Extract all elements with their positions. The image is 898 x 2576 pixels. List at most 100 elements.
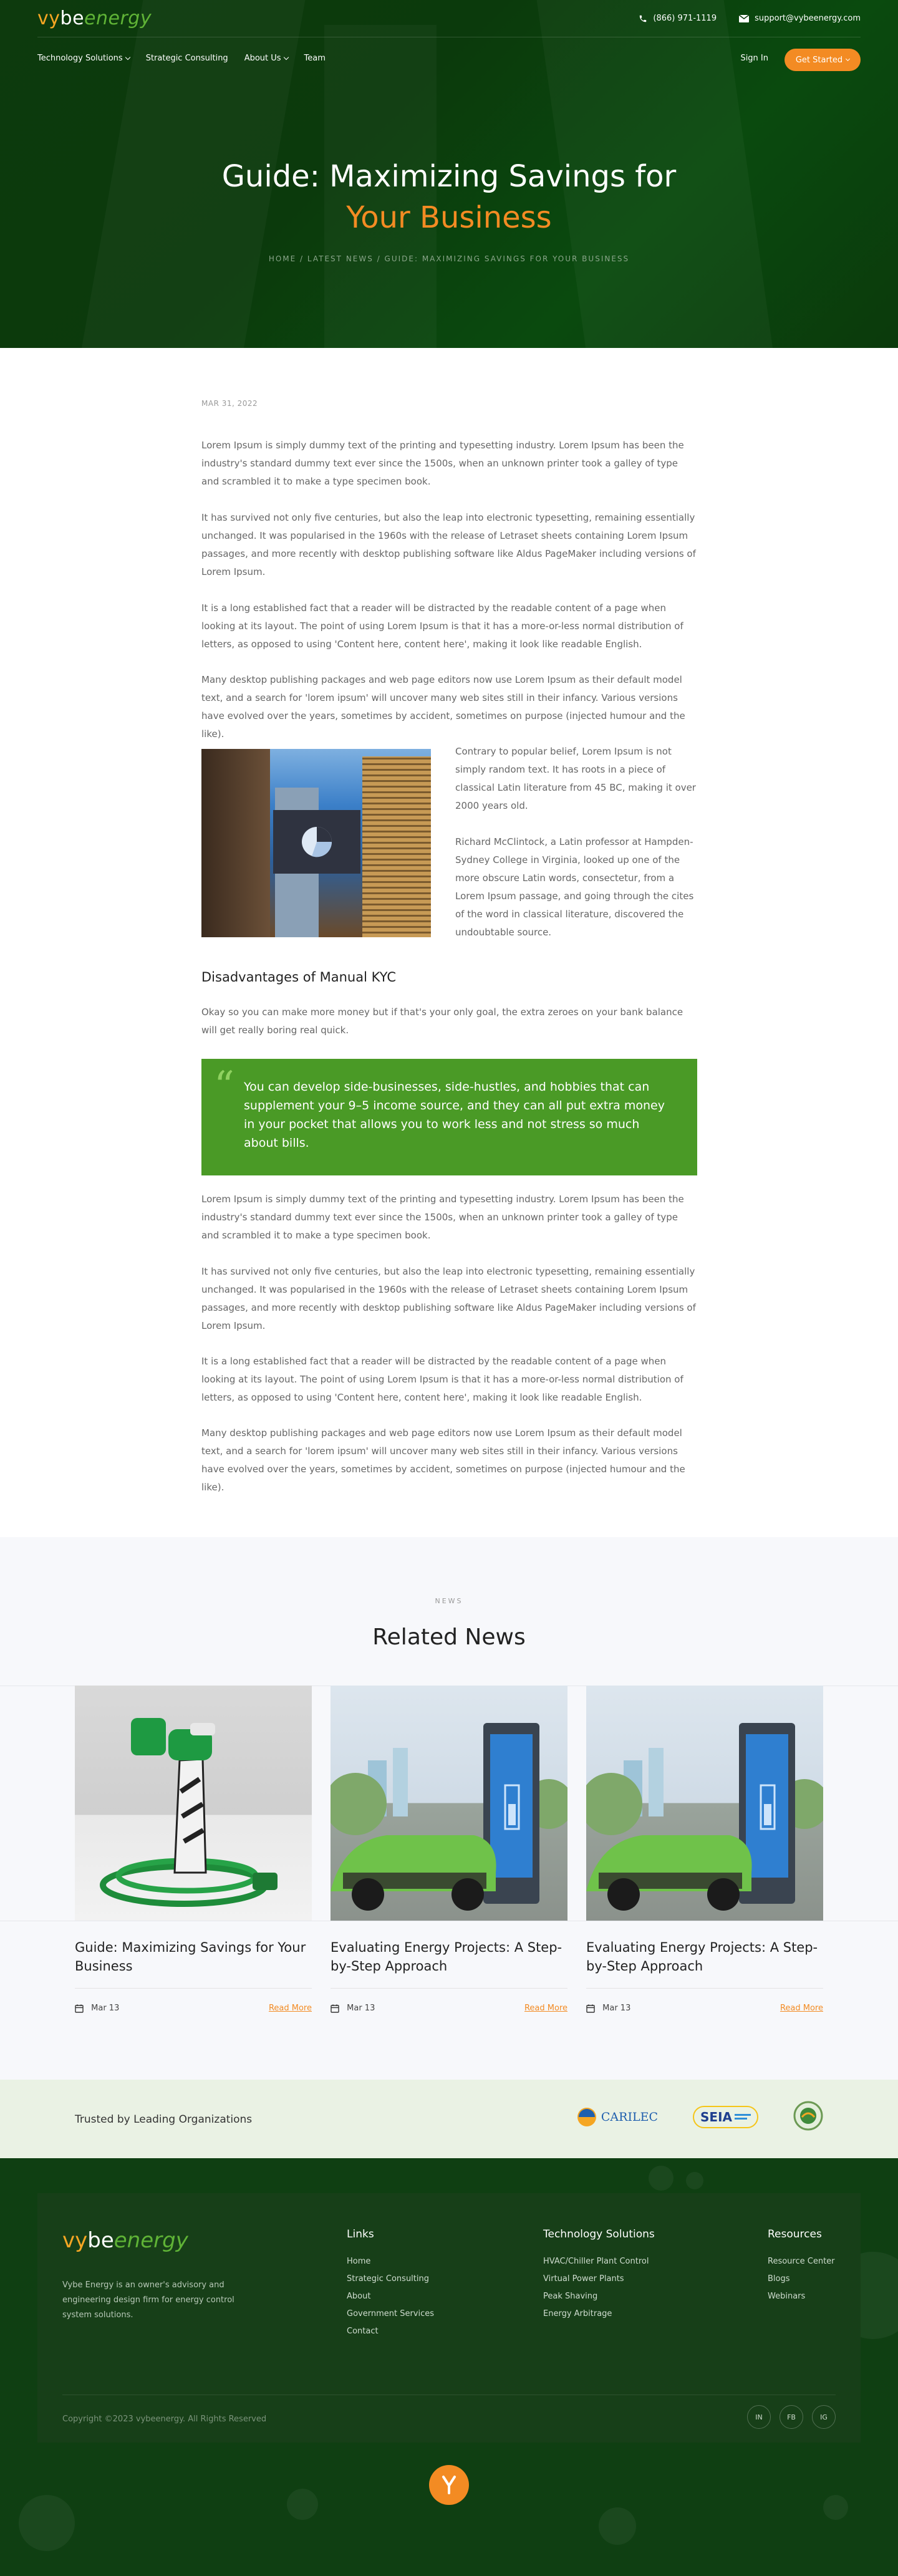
bg-circle <box>287 2489 318 2520</box>
bg-circle <box>686 2172 703 2189</box>
partner-logos: CARILEC SEIA <box>576 2101 823 2133</box>
card-date: Mar 13 <box>602 2004 631 2013</box>
carilec-logo: CARILEC <box>576 2106 658 2128</box>
paragraph: It has survived not only five centuries,… <box>201 1266 696 1331</box>
paragraph: Okay so you can make more money but if t… <box>201 1006 683 1036</box>
footer-link[interactable]: Strategic Consulting <box>347 2274 434 2284</box>
news-card[interactable]: Evaluating Energy Projects: A Step-by-St… <box>331 1686 567 2013</box>
article-image <box>201 749 431 937</box>
nav-label: About Us <box>244 54 281 63</box>
email-address: support@vybeenergy.com <box>755 14 861 23</box>
seia-logo: SEIA <box>693 2106 758 2128</box>
footer-link[interactable]: About <box>347 2292 434 2301</box>
seal-icon <box>793 2101 823 2131</box>
copyright: Copyright ©2023 vybeenergy. All Rights R… <box>62 2414 267 2424</box>
section-title: Related News <box>372 1624 526 1650</box>
chevron-down-icon <box>125 54 130 60</box>
chevron-down-icon <box>846 56 851 61</box>
trusted-by-section: Trusted by Leading Organizations CARILEC… <box>0 2080 898 2158</box>
pie-chart-icon <box>302 827 332 857</box>
read-more-link[interactable]: Read More <box>780 2004 823 2013</box>
paragraph: Many desktop publishing packages and web… <box>201 1427 685 1493</box>
seia-wordmark: SEIA <box>700 2110 732 2125</box>
footer-link[interactable]: HVAC/Chiller Plant Control <box>543 2257 655 2266</box>
footer-link[interactable]: Home <box>347 2257 434 2266</box>
main-nav: Technology Solutions Strategic Consultin… <box>37 49 861 71</box>
nav-label: Technology Solutions <box>37 54 123 63</box>
nav-label: Strategic Consulting <box>145 54 228 63</box>
footer-link[interactable]: Government Services <box>347 2309 434 2318</box>
nav-team[interactable]: Team <box>304 54 326 63</box>
article-date: MAR 31, 2022 <box>201 399 258 408</box>
logo-part: y <box>49 7 60 29</box>
ev-charger-plug-image <box>100 1718 278 1907</box>
ev-charging-station-image <box>586 1723 823 1911</box>
news-card[interactable]: Guide: Maximizing Savings for Your Busin… <box>75 1686 312 2013</box>
carilec-wordmark: CARILEC <box>601 2110 658 2124</box>
calendar-icon <box>331 2004 339 2013</box>
get-started-button[interactable]: Get Started <box>785 49 861 71</box>
linkedin-icon[interactable]: IN <box>747 2405 771 2429</box>
read-more-link[interactable]: Read More <box>269 2004 312 2013</box>
footer-description: Vybe Energy is an owner's advisory and e… <box>62 2280 234 2320</box>
quote-icon: “ <box>214 1063 234 1109</box>
column-heading: Links <box>347 2228 374 2241</box>
building-shape <box>201 749 270 937</box>
logo-part: energy <box>113 2228 188 2253</box>
card-image <box>75 1686 312 1921</box>
quote-text: You can develop side-businesses, side-hu… <box>244 1080 665 1150</box>
read-more-link[interactable]: Read More <box>524 2004 567 2013</box>
bg-circle <box>823 2495 848 2520</box>
trusted-label: Trusted by Leading Organizations <box>75 2113 253 2126</box>
footer-link[interactable]: Resource Center <box>768 2257 835 2266</box>
paragraph: It is a long established fact that a rea… <box>201 1356 683 1403</box>
footer-link[interactable]: Energy Arbitrage <box>543 2309 655 2318</box>
divider <box>75 1988 312 1989</box>
footer-link[interactable]: Webinars <box>768 2292 835 2301</box>
facebook-icon[interactable]: FB <box>780 2405 803 2429</box>
sign-in-link[interactable]: Sign In <box>740 54 768 63</box>
building-shape <box>362 756 431 937</box>
breadcrumb: HOME / LATEST NEWS / GUIDE: MAXIMIZING S… <box>268 254 630 263</box>
logo-part: v <box>37 7 49 29</box>
footer-link[interactable]: Virtual Power Plants <box>543 2274 655 2284</box>
side-paragraph: Richard McClintock, a Latin professor at… <box>455 836 694 938</box>
site-logo[interactable]: vybeenergy <box>37 7 152 29</box>
phone-icon <box>640 15 647 22</box>
social-links: IN FB IG <box>747 2405 836 2429</box>
paragraph: It has survived not only five centuries,… <box>201 512 696 577</box>
footer-link[interactable]: Blogs <box>768 2274 835 2284</box>
footer-column-resources: Resources Resource Center Blogs Webinars <box>768 2228 835 2309</box>
footer-link[interactable]: Peak Shaving <box>543 2292 655 2301</box>
card-title[interactable]: Evaluating Energy Projects: A Step-by-St… <box>586 1938 823 1975</box>
vybe-y-icon <box>442 2476 456 2494</box>
bg-circle <box>649 2166 674 2191</box>
related-news-section: NEWS Related News Guide: Maximizing Savi… <box>0 1537 898 2080</box>
instagram-icon[interactable]: IG <box>812 2405 836 2429</box>
nav-label: Team <box>304 54 326 63</box>
carilec-emblem-icon <box>577 2108 596 2126</box>
chat-launcher-button[interactable] <box>429 2465 469 2505</box>
card-title[interactable]: Guide: Maximizing Savings for Your Busin… <box>75 1938 312 1975</box>
nav-about-us[interactable]: About Us <box>244 54 289 63</box>
footer-column-technology: Technology Solutions HVAC/Chiller Plant … <box>543 2228 655 2327</box>
column-heading: Resources <box>768 2228 822 2241</box>
chevron-down-icon <box>283 54 289 60</box>
phone-link[interactable]: (866) 971-1119 <box>639 14 717 23</box>
footer-link[interactable]: Contact <box>347 2327 434 2336</box>
column-heading: Technology Solutions <box>543 2228 655 2241</box>
nav-strategic-consulting[interactable]: Strategic Consulting <box>146 54 228 63</box>
bg-circle <box>599 2507 636 2545</box>
section-kicker: NEWS <box>435 1597 463 1605</box>
footer-logo[interactable]: vybeenergy <box>62 2228 188 2253</box>
bg-circle <box>19 2495 75 2551</box>
footer-panel: vybeenergy Vybe Energy is an owner's adv… <box>37 2193 861 2443</box>
email-link[interactable]: support@vybeenergy.com <box>739 14 861 23</box>
news-card[interactable]: Evaluating Energy Projects: A Step-by-St… <box>586 1686 823 2013</box>
card-image <box>331 1686 567 1921</box>
card-title[interactable]: Evaluating Energy Projects: A Step-by-St… <box>331 1938 567 1975</box>
top-bar: vybeenergy (866) 971-1119 support@vybeen… <box>37 0 861 37</box>
nav-technology-solutions[interactable]: Technology Solutions <box>37 54 130 63</box>
calendar-icon <box>75 2004 84 2013</box>
logo-part: y <box>75 2228 88 2253</box>
